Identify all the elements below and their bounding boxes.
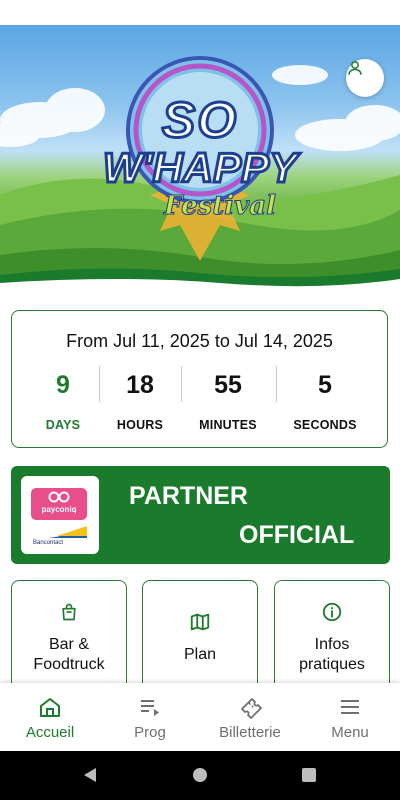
seconds-value: 5 bbox=[318, 371, 332, 399]
bancontact-wordmark: Bancontact bbox=[33, 540, 64, 546]
hamburger-icon bbox=[341, 700, 359, 714]
seconds-label: SECONDS bbox=[293, 418, 357, 432]
countdown-minutes: 55 MINUTES bbox=[181, 371, 275, 432]
logo-line-festival: Festival bbox=[164, 191, 277, 222]
shopping-bag-icon bbox=[62, 603, 76, 621]
logo-line-so: SO bbox=[160, 92, 239, 148]
nav-menu[interactable]: Menu bbox=[300, 683, 400, 751]
playlist-icon bbox=[141, 700, 159, 716]
system-nav-buttons bbox=[84, 768, 316, 782]
tile-label: Foodtruck bbox=[33, 656, 105, 673]
status-bar bbox=[0, 0, 400, 25]
partner-title: PARTNER bbox=[129, 482, 248, 510]
countdown-seconds: 5 SECONDS bbox=[278, 371, 372, 432]
recents-icon bbox=[302, 768, 316, 782]
info-icon bbox=[322, 602, 342, 622]
official-partner-banner[interactable]: payconiq Bancontact PARTNER OFFICIAL bbox=[11, 466, 390, 564]
nav-label: Prog bbox=[134, 724, 166, 741]
tile-bar-foodtruck[interactable]: Bar & Foodtruck bbox=[11, 580, 127, 695]
hours-label: HOURS bbox=[116, 418, 164, 432]
tile-infos-pratiques[interactable]: Infos pratiques bbox=[274, 580, 390, 695]
back-icon bbox=[84, 768, 96, 782]
festival-logo-text: SO W'HAPPY Festival bbox=[80, 92, 320, 222]
hero-banner: SO W'HAPPY Festival bbox=[0, 25, 400, 287]
nav-label: Billetterie bbox=[219, 724, 281, 741]
countdown-hours: 18 HOURS bbox=[93, 371, 187, 432]
nav-billetterie[interactable]: Billetterie bbox=[200, 683, 300, 751]
map-icon bbox=[190, 613, 210, 631]
tile-label: pratiques bbox=[299, 656, 365, 673]
user-icon bbox=[348, 61, 362, 75]
home-icon bbox=[40, 698, 60, 717]
logo-line-whappy: W'HAPPY bbox=[101, 143, 298, 192]
ticket-icon bbox=[241, 698, 262, 719]
nav-prog[interactable]: Prog bbox=[100, 683, 200, 751]
payconiq-badge: payconiq bbox=[31, 488, 87, 520]
hours-value: 18 bbox=[126, 371, 154, 399]
countdown-card: From Jul 11, 2025 to Jul 14, 2025 9 DAYS… bbox=[11, 310, 388, 448]
festival-date-range: From Jul 11, 2025 to Jul 14, 2025 bbox=[66, 331, 333, 351]
minutes-value: 55 bbox=[214, 371, 242, 399]
tile-label: Infos bbox=[314, 636, 350, 653]
android-navigation-bar bbox=[0, 751, 400, 800]
nav-label: Accueil bbox=[25, 724, 75, 741]
minutes-label: MINUTES bbox=[199, 418, 257, 432]
bancontact-stripe bbox=[57, 526, 87, 536]
nav-accueil[interactable]: Accueil bbox=[0, 683, 100, 751]
tile-label: Plan bbox=[183, 646, 217, 663]
nav-label: Menu bbox=[331, 724, 369, 741]
profile-button[interactable] bbox=[346, 59, 384, 97]
bottom-navigation: Accueil Prog Billetterie Menu bbox=[0, 683, 400, 751]
payconiq-wordmark: payconiq bbox=[41, 505, 77, 514]
tile-label: Bar & bbox=[48, 636, 89, 653]
tile-plan[interactable]: Plan bbox=[142, 580, 258, 695]
home-system-icon bbox=[193, 768, 207, 782]
divider bbox=[276, 366, 277, 402]
payconiq-logo: payconiq Bancontact bbox=[21, 476, 99, 554]
infinity-icon bbox=[48, 491, 70, 503]
partner-subtitle: OFFICIAL bbox=[239, 521, 355, 549]
